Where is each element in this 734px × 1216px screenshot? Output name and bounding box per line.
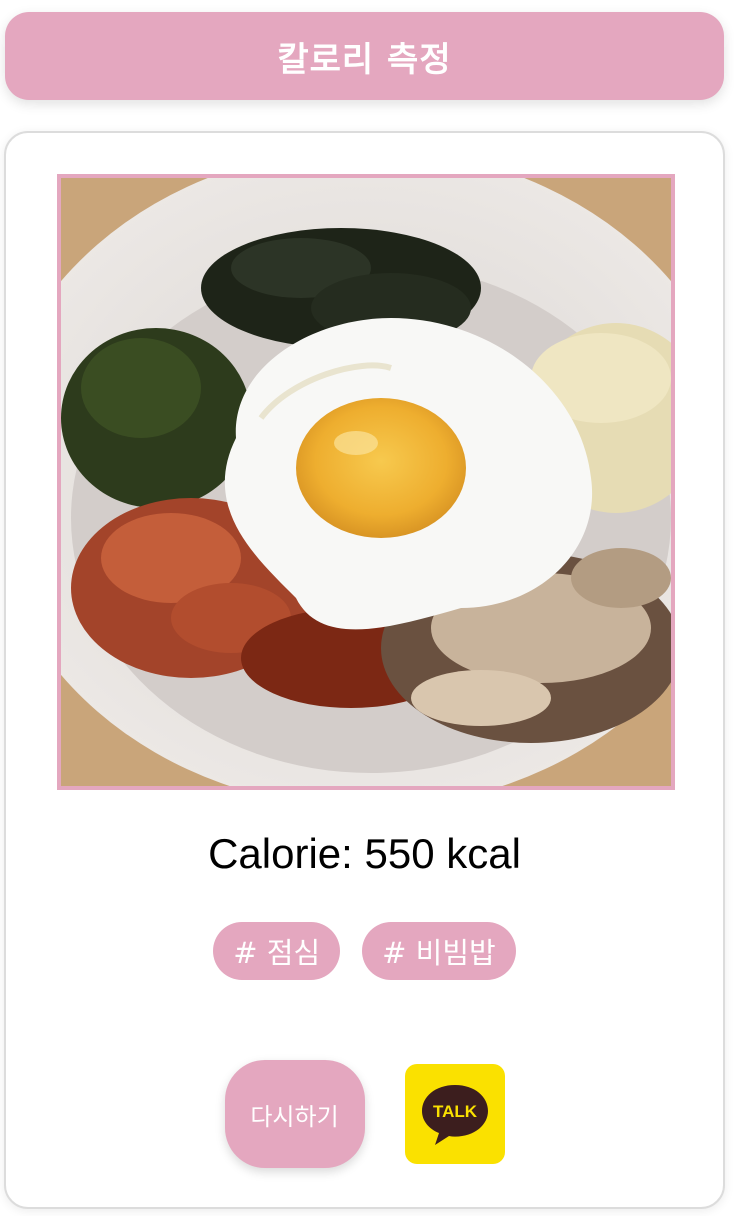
retry-button[interactable]: 다시하기 [224,1060,365,1168]
page-title: 칼로리 측정 [277,39,452,80]
header-bar: 칼로리 측정 [5,12,724,100]
kakao-talk-icon: TALK [421,1085,488,1145]
action-row: 다시하기 TALK [6,1060,723,1168]
tag-bibimbap: # 비빔밥 [362,922,516,980]
calorie-text: Calorie: 550 kcal [208,830,521,877]
tag-lunch: # 점심 [213,922,341,980]
kakao-share-button[interactable]: TALK [404,1064,505,1164]
svg-text:TALK: TALK [432,1102,477,1121]
bibimbap-photo-illustration [61,178,671,786]
tag-list: # 점심 # 비빔밥 [6,922,723,980]
food-photo [57,174,675,790]
result-card: Calorie: 550 kcal # 점심 # 비빔밥 다시하기 TALK [4,131,725,1209]
